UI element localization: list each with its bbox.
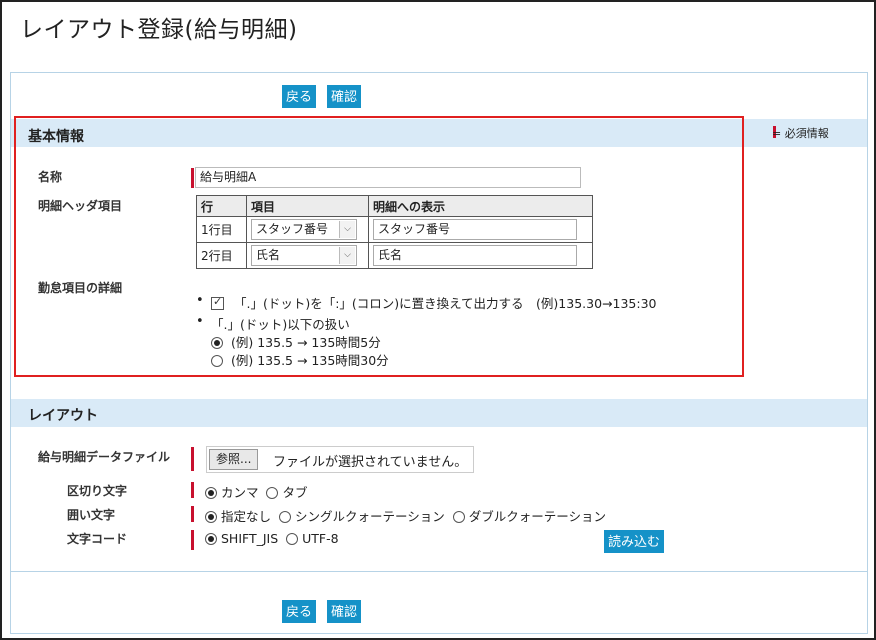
item-select-value: 氏名 [256,248,281,262]
item-cell: 氏名 ⌵ [246,242,369,269]
confirm-button-top[interactable]: 確認 [327,85,362,108]
below-dot-radio-1[interactable] [211,337,223,349]
data-file-label: 給与明細データファイル [38,450,171,464]
column-header-display: 明細への表示 [368,195,593,217]
delimiter-comma-label: カンマ [220,485,259,500]
page-title: レイアウト登録(給与明細) [20,17,298,43]
display-input-row2[interactable]: 氏名 [373,245,577,266]
table-row: 2行目 氏名 ⌵ 氏名 [196,242,593,269]
enclosure-radio-none[interactable] [205,511,217,523]
enclosure-radio-double[interactable] [452,511,465,523]
below-dot-radio-2[interactable] [211,355,223,367]
browse-button[interactable]: 参照... [209,449,259,470]
file-input[interactable]: 参照... ファイルが選択されていません。 [206,446,474,473]
item-select-row1[interactable]: スタッフ番号 ⌵ [251,219,357,240]
replace-dot-option: 「.」(ドット)を「:」(コロン)に置き換えて出力する (例)135.30→13… [211,293,657,312]
delimiter-radio-comma[interactable] [205,487,217,499]
enclosure-double-label: ダブルクォーテーション [468,509,606,524]
enclosure-none-label: 指定なし [220,509,271,524]
bullet-icon: • [196,293,204,308]
below-dot-option-1: (例) 135.5 → 135時間5分 [211,332,381,351]
column-header-row: 行 [196,195,247,217]
required-marker-enclosure [191,506,194,522]
replace-dot-checkbox[interactable] [211,295,224,310]
enclosure-radio-single[interactable] [278,511,291,523]
item-select-value: スタッフ番号 [256,222,329,236]
item-cell: スタッフ番号 ⌵ [246,216,369,243]
name-label: 名称 [38,170,63,184]
chevron-down-icon: ⌵ [339,221,355,238]
bullet-icon: • [196,314,204,329]
name-input[interactable]: 給与明細A [195,167,581,188]
enclosure-options: 指定なし シングルクォーテーション ダブルクォーテーション [205,506,606,525]
file-status: ファイルが選択されていません。 [273,455,468,470]
encoding-radio-sjis[interactable] [205,533,217,545]
delimiter-options: カンマ タブ [205,482,307,501]
item-select-row2[interactable]: 氏名 ⌵ [251,245,357,266]
back-button-top[interactable]: 戻る [282,85,317,108]
required-marker-delimiter [191,482,194,498]
attendance-details-label: 勤怠項目の詳細 [38,281,123,295]
enclosure-label: 囲い文字 [67,508,116,522]
encoding-options: SHIFT_JIS UTF-8 [205,531,339,546]
display-input-row1[interactable]: スタッフ番号 [373,219,577,240]
required-marker-name [191,168,194,188]
below-dot-option-2: (例) 135.5 → 135時間30分 [211,350,389,369]
column-header-item: 項目 [246,195,369,217]
layout-section-header [11,399,867,427]
encoding-label: 文字コード [67,532,128,546]
below-dot-radio-1-label: (例) 135.5 → 135時間5分 [230,335,381,350]
chevron-down-icon: ⌵ [339,247,355,264]
encoding-utf8-label: UTF-8 [302,531,339,546]
required-marker-encoding [191,530,194,550]
enclosure-single-label: シングルクォーテーション [294,509,445,524]
load-button[interactable]: 読み込む [604,530,665,553]
table-header-row: 行 項目 明細への表示 [196,195,593,217]
display-cell: 氏名 [368,242,593,269]
delimiter-radio-tab[interactable] [266,487,279,499]
layout-section-title: レイアウト [28,408,98,424]
divider [10,571,868,572]
below-dot-label: 「.」(ドット)以下の扱い [211,317,350,332]
encoding-sjis-label: SHIFT_JIS [220,531,279,546]
required-legend: = 必須情報 [772,127,829,140]
confirm-button-bottom[interactable]: 確認 [327,600,362,623]
header-items-label: 明細ヘッダ項目 [38,199,123,213]
replace-dot-label: 「.」(ドット)を「:」(コロン)に置き換えて出力する (例)135.30→13… [233,296,657,311]
row-label: 1行目 [196,216,247,243]
header-items-table: 行 項目 明細への表示 1行目 スタッフ番号 ⌵ スタッフ番号 2行目 氏名 ⌵… [196,195,593,269]
below-dot-radio-2-label: (例) 135.5 → 135時間30分 [230,353,389,368]
delimiter-tab-label: タブ [282,485,308,500]
display-cell: スタッフ番号 [368,216,593,243]
table-row: 1行目 スタッフ番号 ⌵ スタッフ番号 [196,216,593,243]
encoding-radio-utf8[interactable] [286,533,299,545]
delimiter-label: 区切り文字 [67,484,128,498]
row-label: 2行目 [196,242,247,269]
required-marker-file [191,447,194,471]
back-button-bottom[interactable]: 戻る [282,600,317,623]
